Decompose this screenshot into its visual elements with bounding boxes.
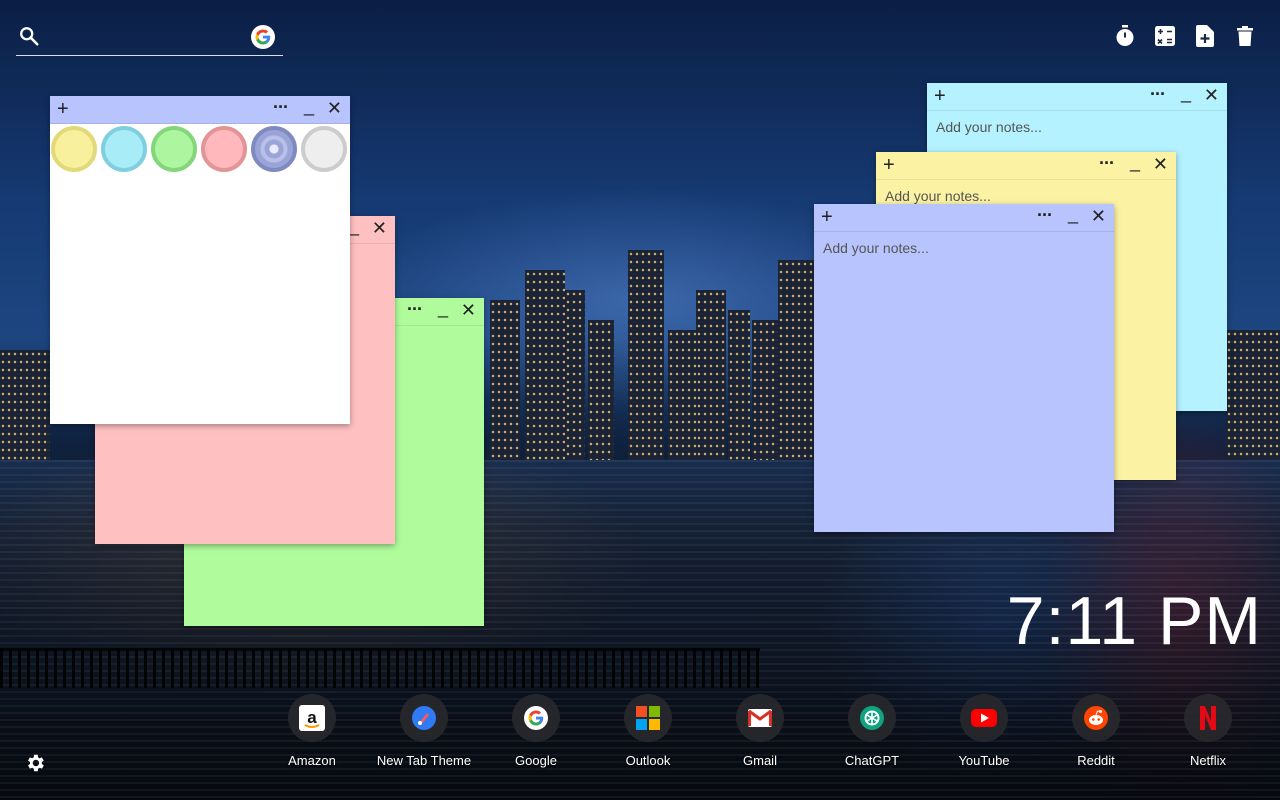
gmail-icon xyxy=(736,694,784,742)
svg-text:a: a xyxy=(307,708,317,727)
minimize-button[interactable]: _ xyxy=(438,298,448,319)
search-bar xyxy=(16,20,283,56)
trash-icon[interactable] xyxy=(1234,24,1256,48)
shortcut-amazon[interactable]: a Amazon xyxy=(256,694,368,768)
shortcut-label: Reddit xyxy=(1077,753,1115,768)
color-swatch-white[interactable] xyxy=(301,126,347,172)
note-header: + ··· _ ✕ xyxy=(876,152,1176,180)
color-palette xyxy=(50,124,350,172)
add-note-button[interactable]: + xyxy=(883,154,895,176)
note-header: + ··· _ ✕ xyxy=(50,96,350,124)
minimize-button[interactable]: _ xyxy=(1181,83,1191,104)
shortcut-label: Outlook xyxy=(625,753,671,768)
close-note-button[interactable]: ✕ xyxy=(1153,154,1168,175)
more-options-button[interactable]: ··· xyxy=(1150,84,1166,105)
shortcut-google[interactable]: Google xyxy=(480,694,592,768)
close-note-button[interactable]: ✕ xyxy=(1204,85,1219,106)
color-swatch-yellow[interactable] xyxy=(51,126,97,172)
sticky-note-blue: + ··· _ ✕ xyxy=(814,204,1114,532)
youtube-icon xyxy=(960,694,1008,742)
color-swatch-blue[interactable] xyxy=(251,126,297,172)
shortcut-youtube[interactable]: YouTube xyxy=(928,694,1040,768)
timer-icon[interactable] xyxy=(1114,24,1136,48)
more-options-button[interactable]: ··· xyxy=(273,97,289,118)
shortcut-label: New Tab Theme xyxy=(376,753,472,768)
shortcut-outlook[interactable]: Outlook xyxy=(592,694,704,768)
amazon-icon: a xyxy=(288,694,336,742)
new-note-icon[interactable] xyxy=(1194,24,1216,48)
gear-icon[interactable] xyxy=(24,752,48,776)
shortcut-label: ChatGPT xyxy=(844,753,900,768)
more-options-button[interactable]: ··· xyxy=(407,299,423,320)
top-toolbar xyxy=(1114,24,1256,48)
search-input[interactable] xyxy=(52,24,242,50)
shortcut-dock: a Amazon New Tab Theme Google Outlook Gm… xyxy=(256,694,1264,768)
shortcut-chatgpt[interactable]: ChatGPT xyxy=(816,694,928,768)
reddit-icon xyxy=(1072,694,1120,742)
note-header: + ··· _ ✕ xyxy=(927,83,1227,111)
outlook-icon xyxy=(624,694,672,742)
minimize-button[interactable]: _ xyxy=(304,96,314,117)
new-tab-theme-icon xyxy=(400,694,448,742)
add-note-button[interactable]: + xyxy=(821,206,833,228)
note-header: + ··· _ ✕ xyxy=(814,204,1114,232)
close-note-button[interactable]: ✕ xyxy=(1091,206,1106,227)
minimize-button[interactable]: _ xyxy=(1130,152,1140,173)
search-icon[interactable] xyxy=(18,25,40,47)
google-icon xyxy=(512,694,560,742)
calculator-icon[interactable] xyxy=(1154,24,1176,48)
close-note-button[interactable]: ✕ xyxy=(327,98,342,119)
shortcut-gmail[interactable]: Gmail xyxy=(704,694,816,768)
color-swatch-cyan[interactable] xyxy=(101,126,147,172)
netflix-icon xyxy=(1184,694,1232,742)
close-note-button[interactable]: ✕ xyxy=(372,218,387,239)
more-options-button[interactable]: ··· xyxy=(1099,153,1115,174)
clock: 7:11 PM xyxy=(1006,583,1262,659)
color-swatch-pink[interactable] xyxy=(201,126,247,172)
google-icon[interactable] xyxy=(251,25,275,49)
sticky-note-white: + ··· _ ✕ xyxy=(50,96,350,424)
add-note-button[interactable]: + xyxy=(934,85,946,107)
color-swatch-green[interactable] xyxy=(151,126,197,172)
shortcut-label: Netflix xyxy=(1189,753,1227,768)
more-options-button[interactable]: ··· xyxy=(1037,205,1053,226)
shortcut-new-tab-theme[interactable]: New Tab Theme xyxy=(368,694,480,768)
minimize-button[interactable]: _ xyxy=(1068,204,1078,225)
shortcut-label: Google xyxy=(515,753,557,768)
note-textarea[interactable] xyxy=(814,232,1114,530)
minimize-button[interactable]: _ xyxy=(349,216,359,237)
chatgpt-icon xyxy=(848,694,896,742)
close-note-button[interactable]: ✕ xyxy=(461,300,476,321)
shortcut-netflix[interactable]: Netflix xyxy=(1152,694,1264,768)
shortcut-label: Amazon xyxy=(288,753,336,768)
shortcut-label: YouTube xyxy=(958,753,1010,768)
shortcut-reddit[interactable]: Reddit xyxy=(1040,694,1152,768)
add-note-button[interactable]: + xyxy=(57,98,69,120)
shortcut-label: Gmail xyxy=(743,753,777,768)
